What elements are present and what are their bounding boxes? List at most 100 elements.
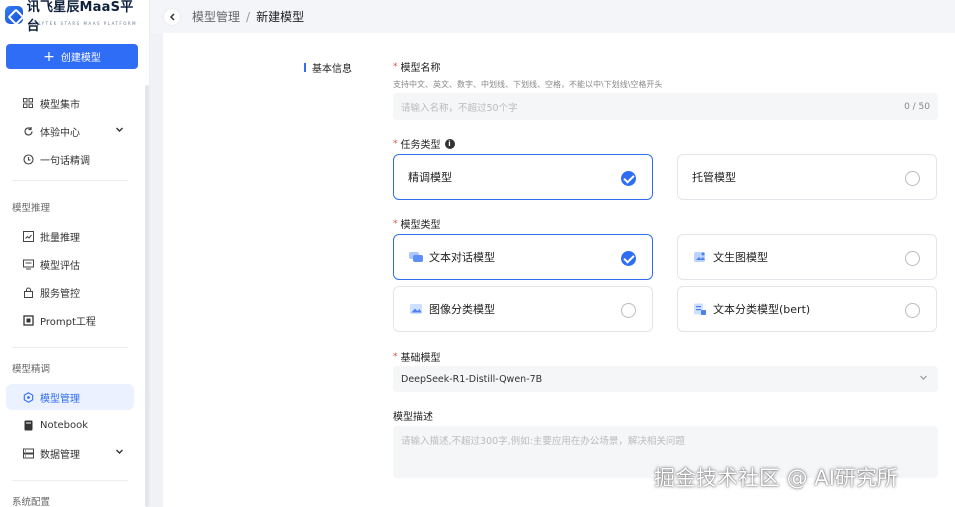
brand-logo[interactable]: 讯飞星辰MaaS平台 IFLYTEK STARS MAAS PLATFORM <box>5 0 145 34</box>
base-model-value: DeepSeek-R1-Distill-Qwen-7B <box>401 373 543 385</box>
square-icon <box>22 314 34 326</box>
breadcrumb-current: 新建模型 <box>256 10 305 24</box>
option-label: 文生图模型 <box>713 251 768 264</box>
sidebar-divider <box>12 180 128 181</box>
image-generate-icon <box>692 250 708 264</box>
check-icon <box>621 251 636 266</box>
sidebar-item-label: 服务管控 <box>40 288 80 300</box>
task-type-label: * 任务类型 i <box>393 136 455 151</box>
required-mark: * <box>393 61 398 72</box>
image-icon <box>408 302 424 316</box>
model-type-option-text-classify[interactable]: 文本分类模型(bert) <box>677 286 937 332</box>
option-label: 文本分类模型(bert) <box>713 303 811 316</box>
brand-name: 讯飞星辰MaaS平台 <box>26 0 134 34</box>
model-type-option-image-classify[interactable]: 图像分类模型 <box>393 286 653 332</box>
cube-icon <box>22 391 34 403</box>
sidebar-item-one-sentence-finetune[interactable]: 一句话精调 <box>6 146 134 172</box>
model-name-count: 0 / 50 <box>904 101 930 112</box>
sidebar-section-finetune: 模型精调 <box>12 364 51 375</box>
sidebar-item-label: 模型评估 <box>40 260 80 272</box>
sidebar: 讯飞星辰MaaS平台 IFLYTEK STARS MAAS PLATFORM +… <box>0 0 150 507</box>
watermark: 掘金技术社区 @ AI研究所 <box>654 466 898 490</box>
chart-icon <box>22 230 34 242</box>
option-label: 文本对话模型 <box>429 251 495 264</box>
model-type-label: * 模型类型 <box>393 216 441 232</box>
model-type-label-text: 模型类型 <box>400 220 441 231</box>
top-bar: 模型管理 / 新建模型 <box>150 0 955 33</box>
required-mark: * <box>393 351 398 362</box>
sidebar-item-model-eval[interactable]: 模型评估 <box>6 251 134 277</box>
database-icon <box>22 447 34 459</box>
sidebar-item-label: 模型管理 <box>40 393 80 405</box>
chevron-down-icon[interactable] <box>115 125 124 137</box>
description-placeholder: 请输入描述,不超过300字,例如:主要应用在办公场景，解决相关问题 <box>401 436 685 447</box>
refresh-icon <box>22 125 34 137</box>
chat-bubble-icon <box>408 250 424 264</box>
model-type-option-text-chat[interactable]: 文本对话模型 <box>393 234 653 280</box>
chevron-down-icon <box>919 373 928 385</box>
back-button[interactable] <box>164 8 180 25</box>
main-content: 基本信息 * 模型名称 支持中文、英文、数字、中划线、下划线、空格，不能以中\下… <box>163 33 955 507</box>
option-label: 精调模型 <box>408 171 452 184</box>
info-icon[interactable]: i <box>444 138 455 149</box>
option-label: 托管模型 <box>692 171 736 184</box>
notebook-icon <box>22 419 34 431</box>
sidebar-item-label: 模型集市 <box>40 99 80 111</box>
section-title: 基本信息 <box>304 60 352 75</box>
model-name-input[interactable]: 请输入名称，不超过50个字 0 / 50 <box>393 93 938 120</box>
plus-icon: + <box>43 48 55 65</box>
task-type-option-finetune[interactable]: 精调模型 <box>393 154 653 200</box>
description-label-text: 模型描述 <box>393 412 433 423</box>
required-mark: * <box>393 138 398 149</box>
grid-icon <box>22 97 34 109</box>
sidebar-item-model-management[interactable]: 模型管理 <box>6 384 134 410</box>
sidebar-item-data-management[interactable]: 数据管理 <box>6 440 134 466</box>
radio-icon <box>905 251 920 266</box>
option-label: 图像分类模型 <box>429 303 495 316</box>
monitor-icon <box>22 258 34 270</box>
sidebar-item-service-control[interactable]: 服务管控 <box>6 279 134 305</box>
sidebar-section-inference: 模型推理 <box>12 203 51 214</box>
sidebar-item-experience-center[interactable]: 体验中心 <box>6 118 134 144</box>
brand-subtitle: IFLYTEK STARS MAAS PLATFORM <box>32 21 138 26</box>
section-title-bar <box>304 63 306 72</box>
create-model-label: 创建模型 <box>60 53 101 64</box>
create-model-button[interactable]: + 创建模型 <box>6 44 138 69</box>
sidebar-item-prompt-engineering[interactable]: Prompt工程 <box>6 307 134 333</box>
model-name-label-text: 模型名称 <box>400 63 441 74</box>
sidebar-divider <box>12 480 128 481</box>
sidebar-item-label: Notebook <box>40 419 89 431</box>
task-type-label-text: 任务类型 <box>400 140 441 151</box>
radio-icon <box>905 171 920 186</box>
sidebar-item-label: Prompt工程 <box>40 316 96 328</box>
radio-icon <box>905 303 920 318</box>
model-name-hint: 支持中文、英文、数字、中划线、下划线、空格，不能以中\下划线\空格开头 <box>393 80 663 89</box>
model-name-label: * 模型名称 <box>393 59 441 75</box>
breadcrumb-parent[interactable]: 模型管理 <box>192 8 240 25</box>
sidebar-divider <box>12 347 128 348</box>
sidebar-item-label: 体验中心 <box>40 127 80 139</box>
sidebar-item-label: 批量推理 <box>40 232 80 244</box>
document-icon <box>692 302 708 316</box>
clock-icon <box>22 153 34 165</box>
check-icon <box>621 171 636 186</box>
base-model-label-text: 基础模型 <box>400 353 441 364</box>
sidebar-item-batch-inference[interactable]: 批量推理 <box>6 223 134 249</box>
sidebar-item-label: 一句话精调 <box>40 155 90 167</box>
model-name-placeholder: 请输入名称，不超过50个字 <box>401 102 518 114</box>
breadcrumb-separator: / <box>246 9 251 24</box>
brand-logo-icon <box>5 6 23 24</box>
sidebar-item-model-market[interactable]: 模型集市 <box>6 90 134 116</box>
lock-icon <box>22 286 34 298</box>
sidebar-item-notebook[interactable]: Notebook <box>6 412 134 438</box>
sidebar-scrollbar[interactable] <box>145 85 149 507</box>
task-type-option-hosted[interactable]: 托管模型 <box>677 154 937 200</box>
required-mark: * <box>393 218 398 229</box>
section-title-text: 基本信息 <box>312 64 352 75</box>
sidebar-item-label: 数据管理 <box>40 449 80 461</box>
model-type-option-text-to-image[interactable]: 文生图模型 <box>677 234 937 280</box>
chevron-left-icon <box>169 12 175 21</box>
chevron-down-icon[interactable] <box>115 447 124 459</box>
radio-icon <box>621 303 636 318</box>
base-model-select[interactable]: DeepSeek-R1-Distill-Qwen-7B <box>393 366 938 392</box>
